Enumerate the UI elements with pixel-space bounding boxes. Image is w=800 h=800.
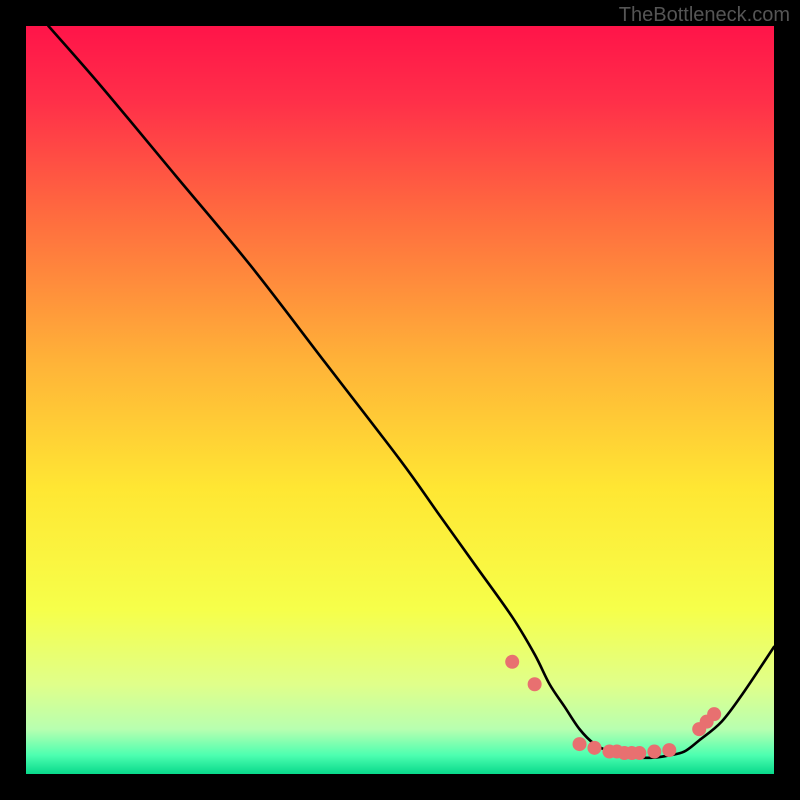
chart-curve-layer <box>26 26 774 774</box>
attribution-label: TheBottleneck.com <box>619 4 790 27</box>
bottleneck-curve <box>48 26 774 758</box>
chart-marker <box>587 741 601 755</box>
chart-marker <box>662 743 676 757</box>
chart-marker <box>632 746 646 760</box>
chart-marker <box>707 707 721 721</box>
chart-marker <box>573 737 587 751</box>
chart-marker <box>647 745 661 759</box>
chart-marker <box>528 677 542 691</box>
chart-plot-area <box>26 26 774 774</box>
chart-markers <box>505 655 721 760</box>
chart-marker <box>505 655 519 669</box>
